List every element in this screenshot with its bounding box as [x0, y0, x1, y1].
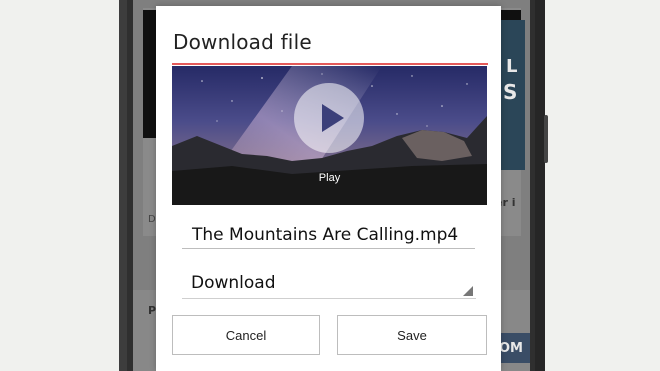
dialog-title: Download file — [173, 30, 312, 54]
background-fragment: S — [503, 80, 518, 104]
play-button[interactable] — [294, 83, 364, 153]
save-button[interactable]: Save — [337, 315, 487, 355]
video-preview[interactable]: Play — [172, 66, 487, 205]
cancel-button[interactable]: Cancel — [172, 315, 320, 355]
title-divider — [172, 63, 488, 65]
download-location-select[interactable]: Download — [182, 272, 476, 299]
phone-side-button — [544, 115, 548, 163]
filename-field[interactable]: The Mountains Are Calling.mp4 — [182, 222, 475, 249]
background-fragment: L — [506, 56, 518, 77]
download-dialog: Download file Play The Mountains Are Cal… — [156, 6, 501, 371]
download-location-value: Download — [191, 273, 276, 293]
phone-bezel-right — [535, 0, 545, 371]
background-fragment: P — [148, 304, 157, 317]
background-fragment: OM — [499, 341, 523, 356]
filename-value: The Mountains Are Calling.mp4 — [192, 225, 459, 245]
background-fragment: D — [148, 214, 156, 225]
play-label: Play — [318, 172, 341, 184]
play-icon — [322, 104, 344, 132]
phone-bezel-left — [119, 0, 127, 371]
dropdown-corner-icon — [463, 286, 473, 296]
